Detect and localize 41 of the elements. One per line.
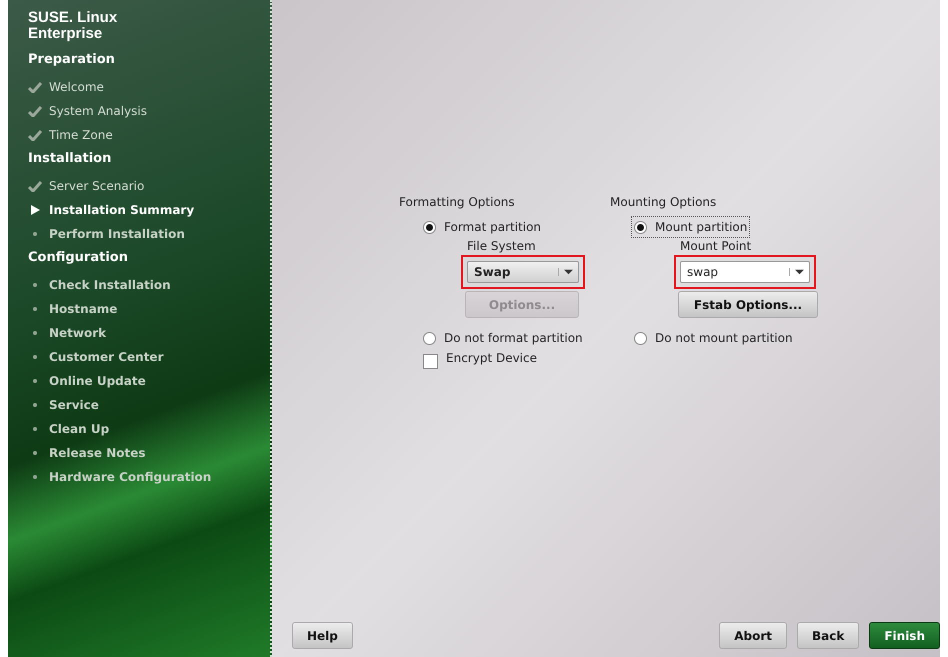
group-title: Mounting Options: [610, 195, 716, 209]
step-label: Service: [49, 398, 99, 412]
group-title: Formatting Options: [399, 195, 515, 209]
wizard-button[interactable]: Abort: [719, 622, 787, 649]
product-logo-text: Enterprise: [28, 26, 102, 42]
section-heading: Configuration: [28, 250, 128, 265]
product-logo-text: SUSE. Linux: [28, 10, 118, 26]
step-label: Customer Center: [49, 350, 164, 364]
fstab-options-button[interactable]: Fstab Options...: [678, 291, 818, 318]
no-format-radio[interactable]: Do not format partition: [423, 328, 583, 348]
file-system-dropdown[interactable]: Swap: [467, 261, 579, 283]
step-label: Welcome: [49, 80, 104, 94]
format-radio[interactable]: Format partition: [423, 217, 542, 237]
wizard-button[interactable]: Finish: [869, 622, 940, 649]
section-heading: Preparation: [28, 52, 115, 67]
step-label: System Analysis: [49, 104, 148, 118]
step-label: Network: [49, 326, 106, 340]
step-label: Perform Installation: [49, 227, 185, 241]
step-label: Release Notes: [49, 446, 146, 460]
checkmark-icon: [28, 129, 42, 141]
section-heading: Installation: [28, 151, 112, 166]
step-label: Hardware Configuration: [49, 470, 212, 484]
step-label: Clean Up: [49, 422, 110, 436]
checkmark-icon: [28, 81, 42, 93]
wizard-button[interactable]: Back: [797, 622, 860, 649]
mount-point-dropdown[interactable]: swap: [680, 261, 810, 283]
no-mount-radio[interactable]: Do not mount partition: [634, 328, 793, 348]
step-label: Installation Summary: [49, 203, 194, 217]
encrypt-checkbox[interactable]: Encrypt Device: [423, 348, 537, 368]
step-label: Online Update: [49, 374, 146, 388]
step-label: Time Zone: [49, 128, 113, 142]
field-label: Mount Point: [680, 239, 752, 253]
arrow-icon: [28, 204, 42, 216]
step-label: Check Installation: [49, 278, 171, 292]
step-label: Server Scenario: [49, 179, 144, 193]
help-button[interactable]: Help: [292, 622, 353, 649]
checkmark-icon: [28, 105, 42, 117]
step-label: Hostname: [49, 302, 118, 316]
checkmark-icon: [28, 180, 42, 192]
mount-radio[interactable]: Mount partition: [632, 217, 750, 237]
field-label: File System: [467, 239, 536, 253]
